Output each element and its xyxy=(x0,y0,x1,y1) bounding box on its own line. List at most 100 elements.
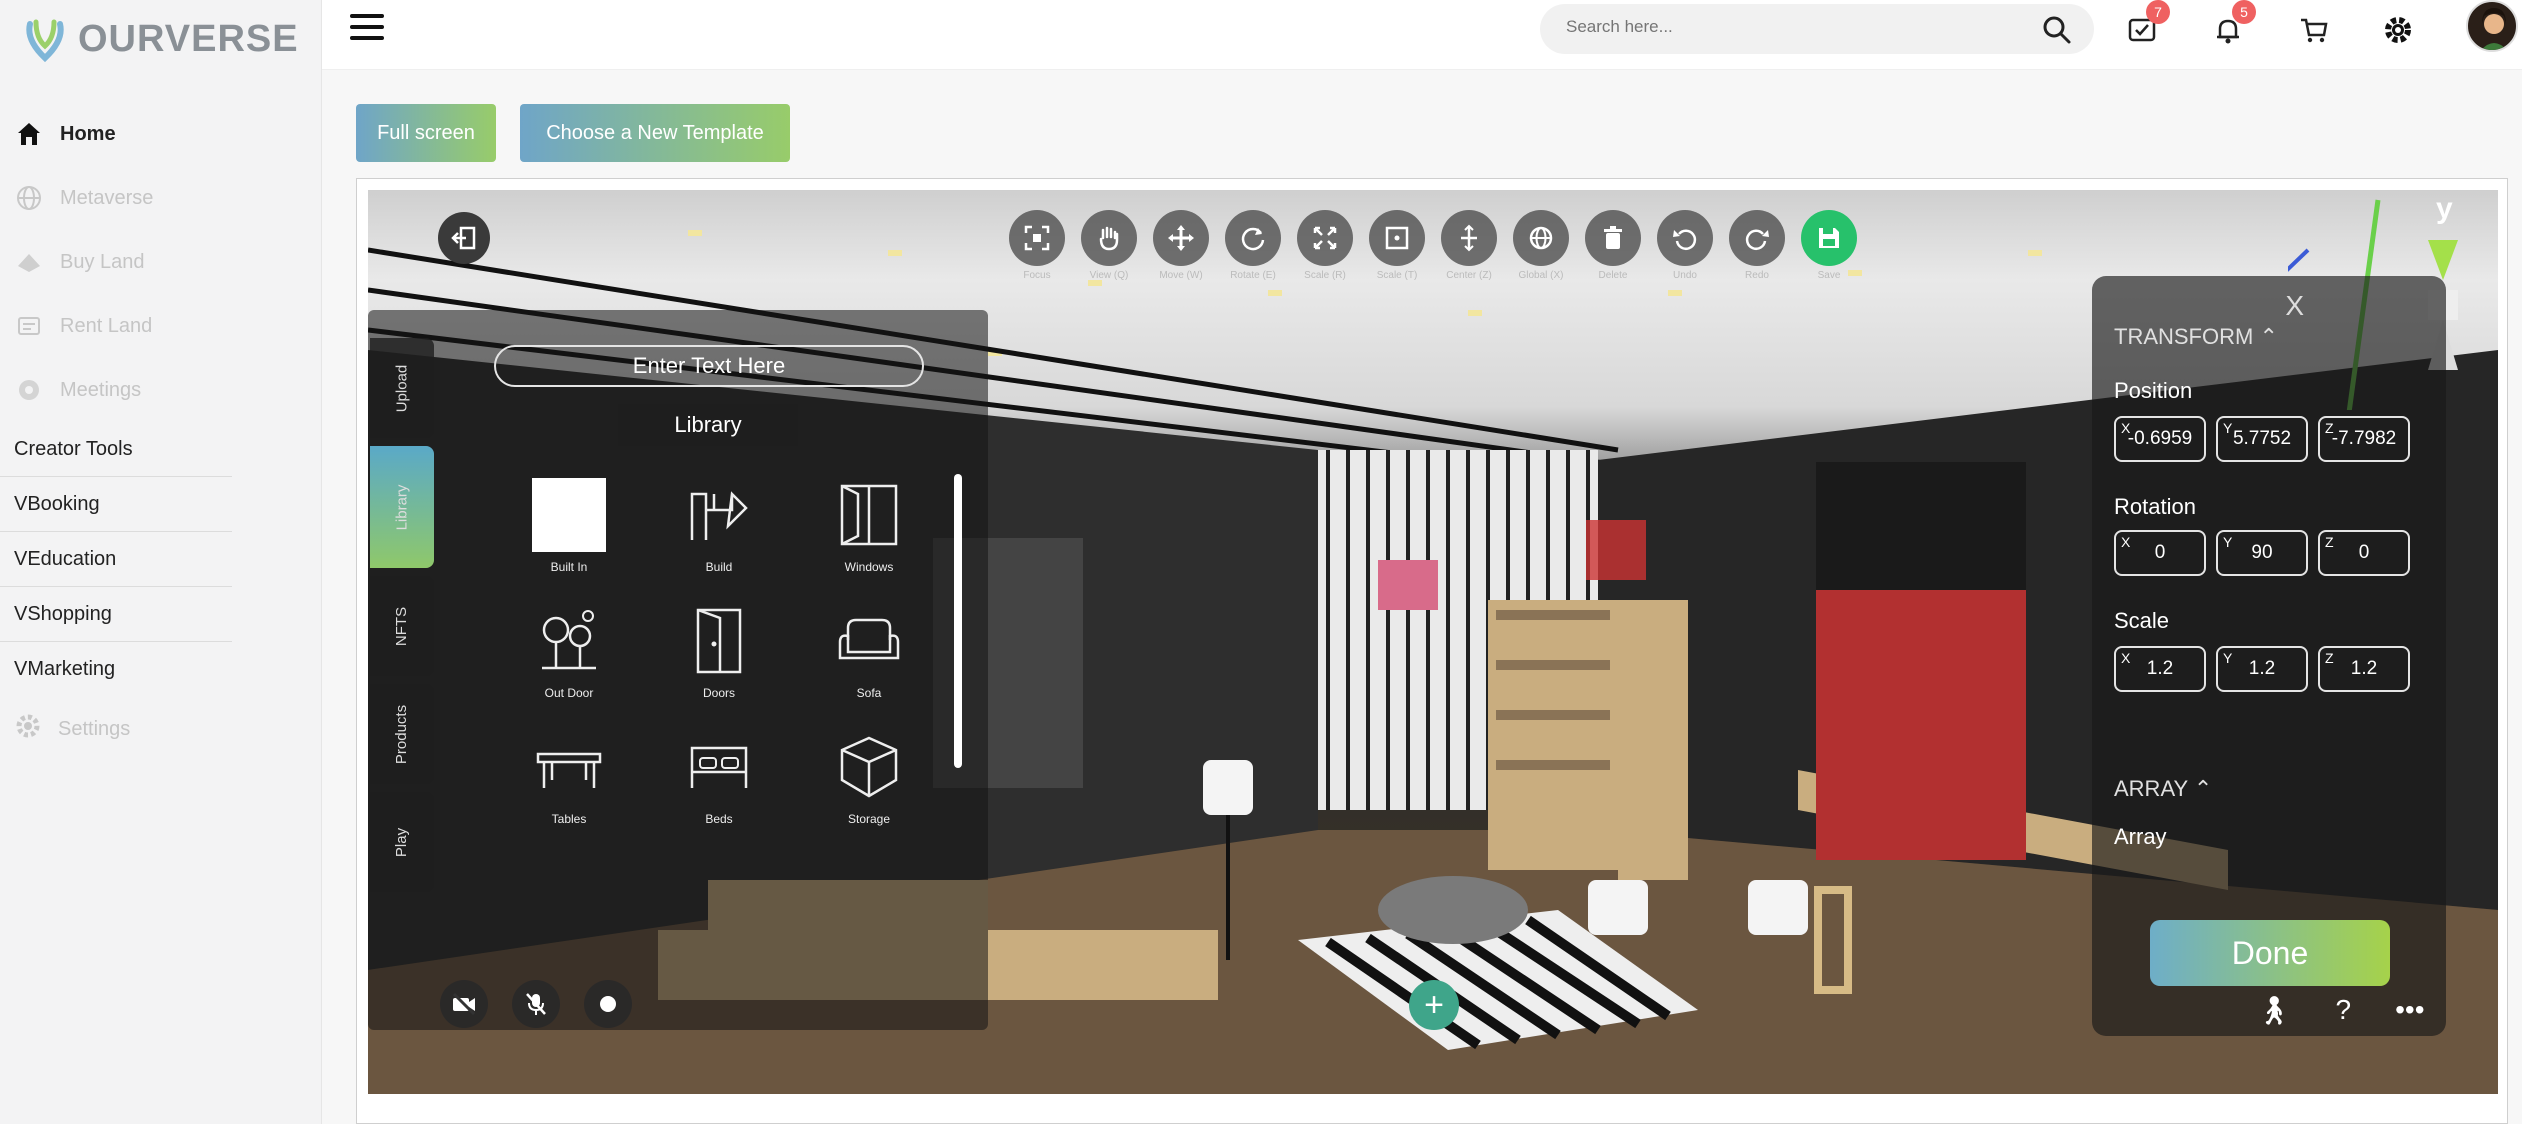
library-item-sofa[interactable]: Sofa xyxy=(794,604,944,700)
viewport-corner-icons: 🚶︎ ? ••• xyxy=(2256,994,2425,1027)
full-screen-button[interactable]: Full screen xyxy=(356,104,496,162)
nav-item-veducation[interactable]: VEducation xyxy=(0,532,232,587)
array-heading[interactable]: ARRAY ⌃ xyxy=(2114,776,2212,802)
rotation-y-input[interactable]: Y 90 xyxy=(2216,530,2308,576)
tab-library[interactable]: Library xyxy=(370,446,434,568)
more-icon[interactable]: ••• xyxy=(2395,994,2424,1027)
view-tool-button[interactable]: View (Q) xyxy=(1080,210,1138,281)
library-item-tables[interactable]: Tables xyxy=(494,730,644,826)
tool-label: Global (X) xyxy=(1518,270,1564,281)
logo[interactable]: OURVERSE xyxy=(24,16,299,62)
position-x-input[interactable]: X -0.6959 xyxy=(2114,416,2206,462)
rotation-x-input[interactable]: X0 xyxy=(2114,530,2206,576)
nav-item-creator-tools[interactable]: Creator Tools xyxy=(0,422,232,477)
delete-tool-button[interactable]: Delete xyxy=(1584,210,1642,281)
tab-upload[interactable]: Upload xyxy=(370,338,434,438)
item-label: Windows xyxy=(844,560,894,574)
position-z-input[interactable]: Z -7.7982 xyxy=(2318,416,2410,462)
exit-editor-button[interactable] xyxy=(438,212,490,264)
tool-label: Focus xyxy=(1023,270,1051,281)
nav-item-settings[interactable]: Settings xyxy=(0,697,322,761)
trash-icon xyxy=(1585,210,1641,266)
tab-play[interactable]: Play xyxy=(370,792,434,892)
tool-label: View (Q) xyxy=(1089,270,1129,281)
library-item-storage[interactable]: Storage xyxy=(794,730,944,826)
enter-text-input[interactable]: Enter Text Here xyxy=(494,345,924,387)
focus-tool-button[interactable]: Focus xyxy=(1008,210,1066,281)
rotate-tool-button[interactable]: Rotate (E) xyxy=(1224,210,1282,281)
undo-tool-button[interactable]: Undo xyxy=(1656,210,1714,281)
scale-label: Scale xyxy=(2114,608,2170,633)
avatar[interactable] xyxy=(2466,0,2518,52)
library-item-doors[interactable]: Doors xyxy=(644,604,794,700)
nav-item-rent-land[interactable]: Rent Land xyxy=(0,294,322,358)
nav-item-meetings[interactable]: Meetings xyxy=(0,358,322,422)
table-icon xyxy=(532,730,606,804)
redo-tool-button[interactable]: Redo xyxy=(1728,210,1786,281)
nav-item-home[interactable]: Home xyxy=(0,102,322,166)
mic-off-icon[interactable] xyxy=(512,980,560,1028)
hand-icon xyxy=(1081,210,1137,266)
nav-item-vbooking[interactable]: VBooking xyxy=(0,477,232,532)
tab-label: Upload xyxy=(393,364,411,412)
search-icon[interactable] xyxy=(2042,15,2072,45)
help-icon[interactable]: ? xyxy=(2336,994,2352,1027)
move-icon xyxy=(1153,210,1209,266)
library-item-built-in[interactable]: Built In xyxy=(494,478,644,574)
library-item-build[interactable]: Build xyxy=(644,478,794,574)
nav-item-buy-land[interactable]: Buy Land xyxy=(0,230,322,294)
scale-y-input[interactable]: Y 1.2 xyxy=(2216,646,2308,692)
globe-icon xyxy=(14,183,44,213)
scale-z-input[interactable]: Z 1.2 xyxy=(2318,646,2410,692)
bounds-tool-button[interactable]: Scale (T) xyxy=(1368,210,1426,281)
global-tool-button[interactable]: Global (X) xyxy=(1512,210,1570,281)
3d-scene[interactable]: Focus View (Q) Move (W) Rotate (E) Scale… xyxy=(368,190,2498,1094)
tab-nfts[interactable]: NFTS xyxy=(370,576,434,676)
scale-x-input[interactable]: X 1.2 xyxy=(2114,646,2206,692)
library-scrollbar[interactable] xyxy=(954,474,962,768)
library-item-outdoor[interactable]: Out Door xyxy=(494,604,644,700)
move-tool-button[interactable]: Move (W) xyxy=(1152,210,1210,281)
person-icon[interactable]: 🚶︎ xyxy=(2256,994,2292,1027)
heading-text: TRANSFORM xyxy=(2114,324,2254,349)
notifications-icon[interactable]: 5 xyxy=(2208,0,2256,50)
tab-label: Play xyxy=(393,827,411,857)
position-label: Position xyxy=(2114,378,2193,403)
tool-label: Redo xyxy=(1745,270,1769,281)
menu-icon[interactable] xyxy=(350,14,384,42)
settings-gear-icon[interactable] xyxy=(2378,10,2418,50)
tab-label: Products xyxy=(393,704,411,764)
library-item-beds[interactable]: Beds xyxy=(644,730,794,826)
nav-label: Metaverse xyxy=(60,186,154,209)
done-button[interactable]: Done xyxy=(2150,920,2390,986)
tab-products[interactable]: Products xyxy=(370,684,434,784)
messages-icon[interactable]: 7 xyxy=(2122,0,2170,50)
nav-label: Settings xyxy=(58,717,131,740)
scale-fields: X 1.2 Y 1.2 Z 1.2 xyxy=(2114,646,2410,692)
position-y-input[interactable]: Y 5.7752 xyxy=(2216,416,2308,462)
nav-item-vshopping[interactable]: VShopping xyxy=(0,587,232,642)
save-tool-button[interactable]: Save xyxy=(1800,210,1858,281)
add-object-button[interactable]: + xyxy=(1409,980,1459,1030)
nav-item-metaverse[interactable]: Metaverse xyxy=(0,166,322,230)
build-icon xyxy=(682,478,756,552)
center-tool-button[interactable]: Center (Z) xyxy=(1440,210,1498,281)
nav-item-vmarketing[interactable]: VMarketing xyxy=(0,642,232,697)
close-icon[interactable]: X xyxy=(2285,290,2304,322)
sidebar: OURVERSE Home Metaverse Buy Land Rent La… xyxy=(0,0,322,1124)
choose-template-button[interactable]: Choose a New Template xyxy=(520,104,790,162)
search-input[interactable] xyxy=(1566,17,2006,37)
rotation-z-input[interactable]: Z0 xyxy=(2318,530,2410,576)
camera-off-icon[interactable] xyxy=(440,980,488,1028)
scale-tool-button[interactable]: Scale (R) xyxy=(1296,210,1354,281)
library-title: Library xyxy=(618,404,798,446)
collapse-icon: ⌃ xyxy=(2259,324,2278,349)
item-label: Out Door xyxy=(544,686,594,700)
library-item-windows[interactable]: Windows xyxy=(794,478,944,574)
item-label: Beds xyxy=(705,812,733,826)
transform-heading[interactable]: TRANSFORM ⌃ xyxy=(2114,324,2278,350)
item-label: Storage xyxy=(847,812,891,826)
value: 1.2 xyxy=(2146,658,2174,679)
cart-icon[interactable] xyxy=(2294,10,2334,50)
record-icon[interactable] xyxy=(584,980,632,1028)
